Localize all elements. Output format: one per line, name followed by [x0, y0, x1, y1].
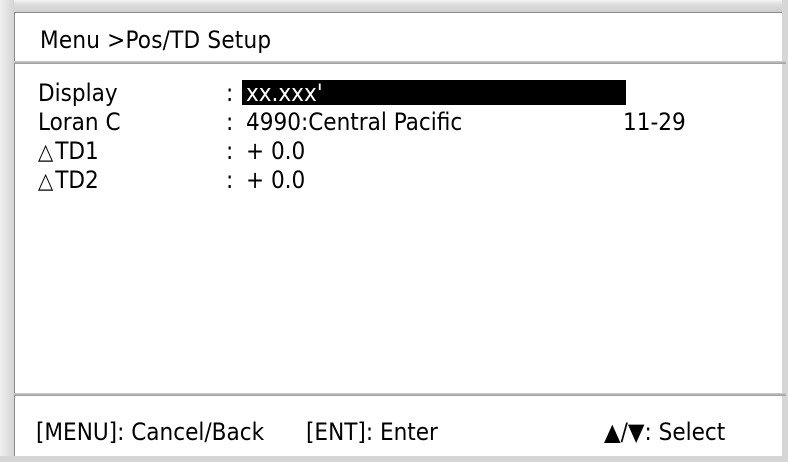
select-key-hint: ▲/▼: Select	[604, 418, 726, 446]
setting-label-td1: △TD1	[38, 137, 99, 167]
setting-value-loran-c[interactable]: 4990:Central Pacific	[246, 108, 462, 136]
page-title: Menu >Pos/TD Setup	[40, 26, 272, 54]
screen-inner-edge	[14, 12, 782, 456]
setting-separator: :	[226, 166, 234, 194]
footer-divider	[14, 393, 786, 396]
enter-key-hint: [ENT]: Enter	[306, 418, 438, 446]
setting-label-display: Display	[38, 79, 118, 107]
setting-label-td2: △TD2	[38, 166, 99, 196]
setting-label-td1-text: TD1	[55, 137, 99, 165]
screen-frame-bottom	[0, 456, 788, 462]
setting-value-td1[interactable]: + 0.0	[246, 137, 305, 165]
screen-frame-top	[0, 0, 788, 12]
menu-key-hint: [MENU]: Cancel/Back	[36, 418, 265, 446]
setup-screen: Menu >Pos/TD Setup Display : xx.xxx' Lor…	[0, 0, 788, 462]
setting-value-display[interactable]: xx.xxx'	[246, 79, 323, 107]
setting-separator: :	[226, 79, 234, 107]
setting-extra-loran-c: 11-29	[623, 108, 686, 136]
screen-frame-left	[0, 0, 14, 462]
header-divider	[14, 61, 786, 64]
setting-value-td2[interactable]: + 0.0	[246, 166, 305, 194]
setting-label-td2-text: TD2	[55, 166, 99, 194]
setting-separator: :	[226, 108, 234, 136]
delta-icon: △	[38, 169, 54, 194]
setting-label-loran-c: Loran C	[38, 108, 121, 136]
setting-separator: :	[226, 137, 234, 165]
delta-icon: △	[38, 140, 54, 165]
